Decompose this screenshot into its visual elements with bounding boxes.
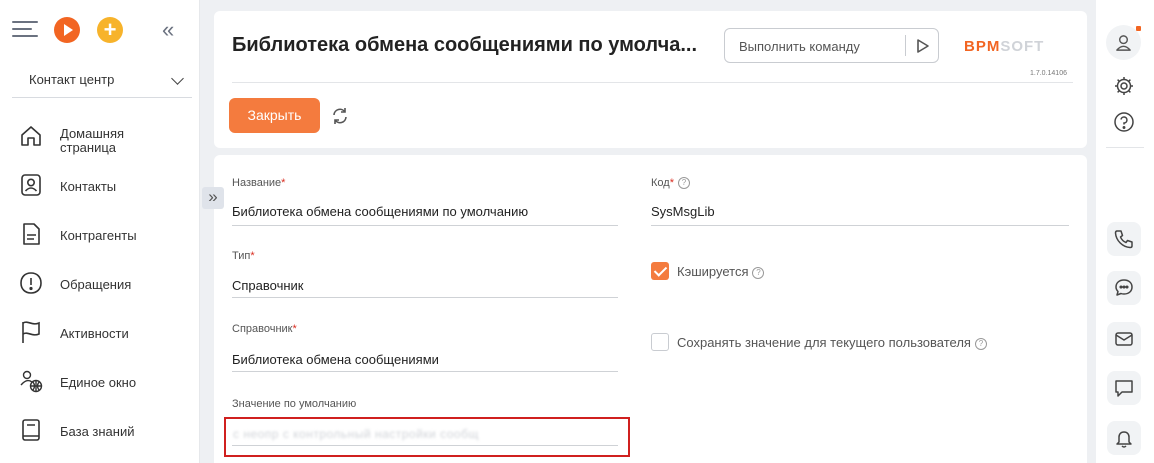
sidebar-item-label: Единое окно	[60, 375, 137, 390]
close-button[interactable]: Закрыть	[229, 98, 320, 133]
command-input[interactable]: Выполнить команду	[739, 39, 860, 54]
sidebar-item-label: Контакты	[60, 179, 117, 194]
default-value-label: Значение по умолчанию	[232, 398, 357, 410]
save-for-user-label: Сохранять значение для текущего пользова…	[677, 335, 987, 350]
sidebar-item-label: Активности	[60, 326, 129, 341]
chevron-down-icon	[171, 72, 184, 85]
help-icon[interactable]: ?	[752, 266, 765, 279]
save-for-user-checkbox[interactable]	[651, 333, 669, 351]
command-divider	[905, 35, 906, 56]
avatar[interactable]	[1106, 25, 1141, 60]
contacts-icon	[21, 174, 41, 196]
lookup-value: Библиотека обмена сообщениями	[232, 352, 439, 367]
chat-icon	[1115, 279, 1133, 296]
sidebar-item-label: Обращения	[60, 277, 132, 292]
type-value: Справочник	[232, 278, 304, 293]
sidebar-item-home[interactable]: Домашняя страница	[0, 112, 199, 161]
code-field: Код*?	[651, 177, 690, 190]
default-value-field: Значение по умолчанию	[232, 398, 356, 410]
sidebar-item-single-window[interactable]: Единое окно	[0, 357, 199, 406]
sidebar-item-knowledge-base[interactable]: База знаний	[0, 406, 199, 455]
help-icon[interactable]: ?	[974, 337, 987, 350]
sidebar-item-cases[interactable]: Обращения	[0, 259, 199, 308]
sidebar-nav: Домашняя страница Контакты Контрагенты О…	[0, 112, 199, 455]
cases-icon	[20, 272, 42, 294]
code-value: SysMsgLib	[651, 204, 715, 219]
collapse-sidebar-icon[interactable]: «	[162, 16, 174, 44]
header-divider	[232, 82, 1073, 83]
type-underline	[232, 297, 618, 298]
version-label: 1.7.0.14106	[1030, 70, 1067, 77]
single-window-icon	[20, 370, 43, 393]
accounts-icon	[23, 223, 40, 245]
question-icon	[1114, 112, 1134, 132]
user-icon	[1116, 35, 1131, 51]
left-sidebar: + « Контакт центр Домашняя страница Конт…	[0, 0, 200, 463]
bpmsoft-logo: BPMSOFT	[964, 38, 1045, 55]
notifications-button[interactable]	[1107, 421, 1141, 455]
messages-button[interactable]	[1107, 371, 1141, 405]
sidebar-item-accounts[interactable]: Контрагенты	[0, 210, 199, 259]
sidebar-toolbar: + «	[12, 16, 192, 44]
cached-checkbox[interactable]	[651, 262, 669, 280]
code-label: Код	[651, 177, 670, 189]
page-header: Библиотека обмена сообщениями по умолча.…	[214, 11, 1087, 148]
sidebar-item-label: База знаний	[60, 424, 135, 439]
run-command-icon[interactable]	[916, 38, 930, 54]
gear-icon	[1115, 77, 1133, 95]
name-label: Название	[232, 177, 282, 189]
bell-icon	[1116, 431, 1132, 448]
right-rail	[1096, 0, 1154, 463]
knowledge-base-icon	[22, 419, 40, 441]
message-icon	[1115, 380, 1133, 397]
type-field: Тип*	[232, 250, 255, 262]
sidebar-item-activities[interactable]: Активности	[0, 308, 199, 357]
workspace-select[interactable]: Контакт центр	[12, 64, 192, 98]
type-label: Тип	[232, 250, 251, 262]
page-title: Библиотека обмена сообщениями по умолча.…	[232, 34, 698, 56]
code-underline	[651, 225, 1069, 226]
lookup-label: Справочник	[232, 323, 293, 335]
sidebar-item-label: Контрагенты	[60, 228, 137, 243]
phone-button[interactable]	[1107, 222, 1141, 256]
mail-icon	[1115, 332, 1133, 346]
help-icon[interactable]: ?	[677, 177, 690, 190]
expand-panel-icon[interactable]: »	[202, 187, 224, 209]
add-icon[interactable]: +	[97, 17, 123, 43]
process-run-icon[interactable]	[54, 17, 80, 43]
name-underline	[232, 225, 618, 226]
email-button[interactable]	[1107, 322, 1141, 356]
highlight-box	[224, 417, 630, 457]
chat-button[interactable]	[1107, 271, 1141, 305]
rail-divider	[1106, 147, 1144, 148]
menu-icon[interactable]	[12, 21, 38, 39]
home-icon	[21, 126, 41, 146]
refresh-icon[interactable]	[330, 106, 350, 126]
workspace-label: Контакт центр	[29, 72, 115, 87]
sidebar-item-contacts[interactable]: Контакты	[0, 161, 199, 210]
required-mark: *	[669, 177, 674, 189]
command-line[interactable]: Выполнить команду	[724, 28, 939, 63]
required-mark: *	[292, 323, 297, 335]
name-field: Название*	[232, 177, 285, 189]
cached-label: Кэшируется?	[677, 264, 765, 279]
name-value: Библиотека обмена сообщениями по умолчан…	[232, 204, 529, 219]
sidebar-item-label: Домашняя страница	[60, 126, 125, 155]
notification-dot	[1136, 26, 1141, 31]
settings-button[interactable]	[1107, 69, 1141, 103]
required-mark: *	[281, 177, 286, 189]
phone-icon	[1114, 230, 1133, 249]
required-mark: *	[250, 250, 255, 262]
activities-icon	[22, 321, 40, 343]
help-button[interactable]	[1107, 105, 1141, 139]
lookup-underline	[232, 371, 618, 372]
lookup-field: Справочник*	[232, 323, 297, 335]
